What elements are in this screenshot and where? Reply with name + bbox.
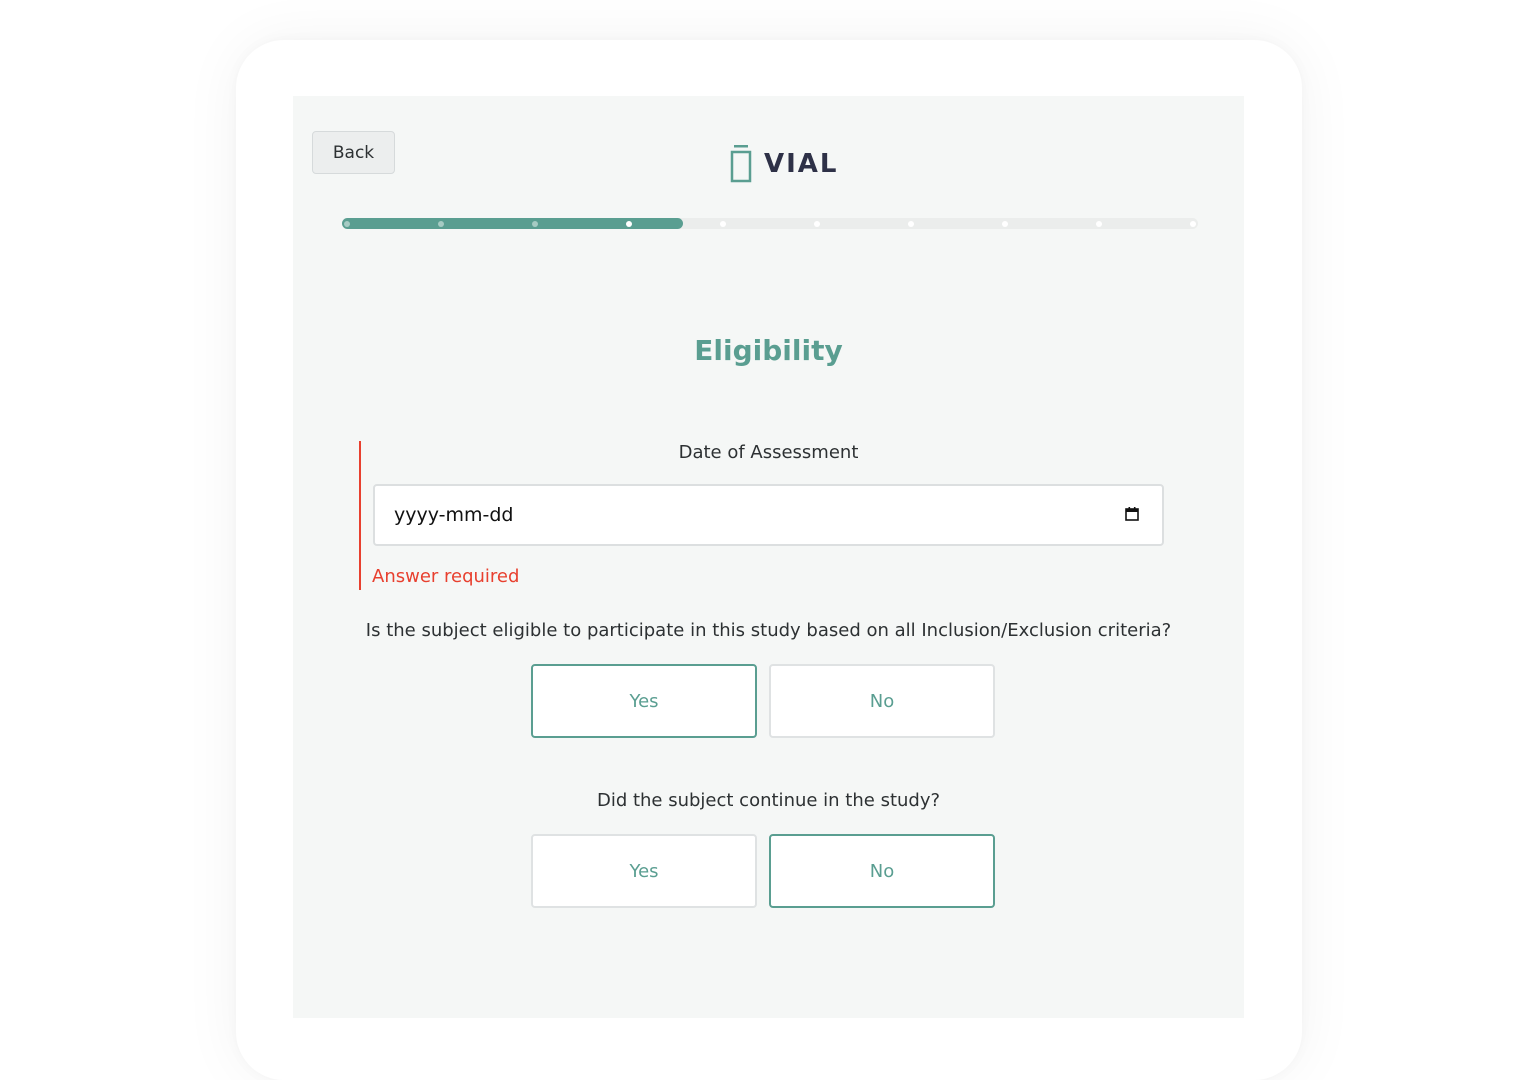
progress-step-dot xyxy=(438,220,444,227)
continued-question: Did the subject continue in the study? xyxy=(596,790,941,811)
error-indicator-bar xyxy=(359,441,361,590)
date-input-value: yyyy-mm-dd xyxy=(394,504,514,526)
eligible-yes-button[interactable]: Yes xyxy=(531,664,757,738)
form-screen: Back VIAL Eligibility Date of Assessment… xyxy=(293,96,1244,1018)
progress-step-dot xyxy=(1096,220,1102,227)
progress-bar xyxy=(342,218,1198,229)
progress-step-dot xyxy=(344,220,350,227)
vial-icon xyxy=(730,145,752,183)
error-message: Answer required xyxy=(372,566,520,587)
progress-step-dot xyxy=(908,220,914,227)
progress-step-dot xyxy=(532,220,538,227)
progress-step-dot xyxy=(1002,220,1008,227)
progress-step-dot xyxy=(720,220,726,227)
progress-step-dot xyxy=(626,220,632,227)
eligibility-question: Is the subject eligible to participate i… xyxy=(365,620,1172,641)
progress-step-dot xyxy=(814,220,820,227)
progress-step-dot xyxy=(1190,220,1196,227)
continued-yes-button[interactable]: Yes xyxy=(531,834,757,908)
date-of-assessment-input[interactable]: yyyy-mm-dd xyxy=(373,484,1164,546)
continued-no-button[interactable]: No xyxy=(769,834,995,908)
vial-logo: VIAL xyxy=(730,144,839,184)
date-field-label: Date of Assessment xyxy=(678,442,859,463)
calendar-icon[interactable] xyxy=(1124,506,1140,526)
logo-text: VIAL xyxy=(764,149,839,179)
eligible-no-button[interactable]: No xyxy=(769,664,995,738)
page-title: Eligibility xyxy=(694,334,843,367)
back-button[interactable]: Back xyxy=(312,131,395,174)
